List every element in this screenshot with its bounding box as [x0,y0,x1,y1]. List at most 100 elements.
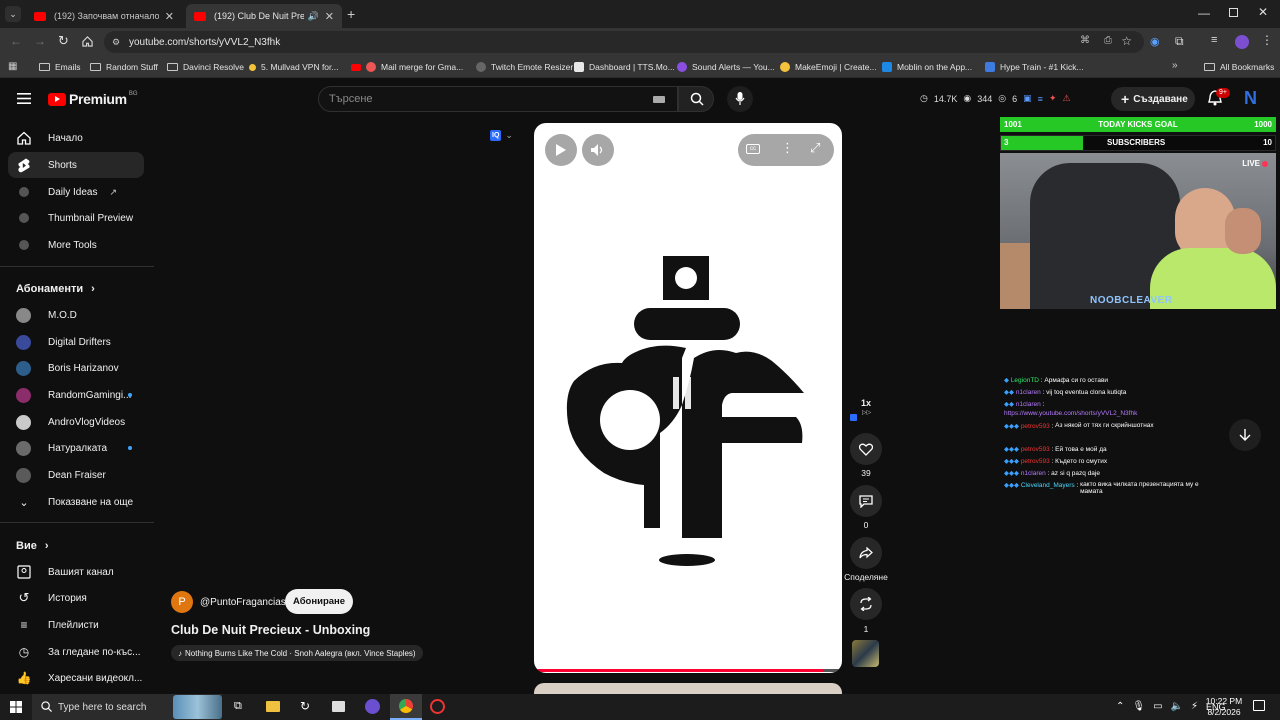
captions-icon[interactable]: cc [746,144,760,154]
notifications-button[interactable]: 9+ [1207,88,1230,108]
volume-tray-icon[interactable]: 🔈 [1171,701,1183,712]
microphone-tray-icon[interactable]: 🎙 [1132,701,1145,712]
bookmark-twitch-emote[interactable]: Twitch Emote Resizer [476,59,573,75]
bookmark-emails[interactable]: Emails [39,59,81,75]
browser-menu-icon[interactable]: ⋮ [1261,33,1273,47]
audio-playing-icon[interactable]: 🔊 [308,11,319,22]
bookmark-mullvad[interactable]: 5. Mullvad VPN for... [249,59,338,75]
sound-thumbnail[interactable] [852,640,879,667]
hamburger-menu-icon[interactable] [17,93,31,104]
power-icon[interactable]: ⚡ [1191,701,1198,712]
sidebar-your-channel[interactable]: Вашият канал [8,559,144,585]
like-button[interactable] [850,433,882,465]
bookmark-mail-merge[interactable]: Mail merge for Gma... [351,59,463,75]
playback-speed-button[interactable]: 1x [861,398,871,408]
sidebar-item-more-tools[interactable]: More Tools [8,232,144,258]
chat-link[interactable]: https://www.youtube.com/shorts/yVVL2_N3f… [1004,410,1137,417]
channel-name[interactable]: @PuntoFragancias [200,597,286,608]
more-bookmarks-icon[interactable]: » [1172,60,1178,71]
sidebar-item-home[interactable]: Начало [8,125,144,151]
next-short-button[interactable] [1229,419,1261,451]
close-window-icon[interactable]: ✕ [1258,5,1268,19]
all-bookmarks[interactable]: All Bookmarks [1204,59,1274,75]
sidebar-item-shorts[interactable]: Shorts [8,152,144,178]
forward-icon[interactable]: → [34,34,46,48]
translate-icon[interactable]: ⌘ [1080,35,1090,46]
extension-icon[interactable]: ◉ [1150,35,1160,48]
install-icon[interactable]: ⎙ [1104,35,1112,46]
extension-badge-icon[interactable]: ▣ [1023,93,1032,104]
sidebar-playlists[interactable]: ≡ Плейлисти [8,612,144,638]
volume-button[interactable] [582,134,614,166]
progress-bar[interactable] [534,669,842,672]
task-view-icon[interactable]: ⧉ [234,700,242,713]
sidebar-sub-boris[interactable]: Boris Harizanov [8,355,144,381]
sidebar-sub-randomgaming[interactable]: RandomGamingi... [8,382,144,408]
youtube-logo[interactable]: Premium BG [48,91,137,107]
app-icon[interactable]: ↻ [300,699,310,713]
show-hidden-icon[interactable]: ⌃ [1116,701,1124,712]
back-icon[interactable]: ← [10,34,22,48]
profile-avatar[interactable] [1235,35,1249,49]
browser-tab-2[interactable]: (192) Club De Nuit Precieux 🔊 ✕ [186,4,342,28]
sparkle-icon[interactable]: ✦ [1049,93,1057,104]
you-heading[interactable]: Вие › [16,540,49,552]
alert-icon[interactable]: ⚠ [1062,93,1070,104]
bookmark-star-icon[interactable]: ☆ [1121,34,1132,48]
fullscreen-icon[interactable]: ⤢ [810,140,820,156]
obs-icon[interactable] [365,699,380,714]
bookmark-moblin[interactable]: Moblin on the App... [882,59,972,75]
new-tab-icon[interactable]: + [347,6,355,22]
account-avatar[interactable]: N [1244,88,1264,110]
file-explorer-icon[interactable] [266,701,280,712]
keyboard-icon[interactable] [653,96,665,103]
remix-button[interactable] [850,588,882,620]
minimize-icon[interactable]: — [1198,6,1210,20]
media-control-icon[interactable]: ≡ [1211,34,1217,46]
app-icon[interactable] [430,699,445,714]
create-button[interactable]: + Създаване [1111,87,1195,111]
reload-icon[interactable]: ↻ [58,33,69,49]
short-title[interactable]: Club De Nuit Precieux - Unboxing [171,623,370,637]
tab-search-button[interactable]: ⌄ [5,6,21,22]
sidebar-watch-later[interactable]: ◷ За гледане по-къс... [8,639,144,665]
bookmark-hype-train[interactable]: Hype Train - #1 Kick... [985,59,1084,75]
close-tab-icon[interactable]: ✕ [325,10,334,23]
bookmark-makeemoji[interactable]: MakeEmoji | Create... [780,59,877,75]
address-bar[interactable]: ⚙ youtube.com/shorts/yVVL2_N3fhk ⌘ ⎙ ☆ [104,31,1144,53]
shorts-video-player[interactable]: cc ⋮ ⤢ [534,123,842,673]
sidebar-sub-mod[interactable]: M.O.D [8,302,144,328]
channel-avatar[interactable]: P [171,591,193,613]
sidebar-sub-naturalkata[interactable]: Натуралката [8,435,144,461]
app-icon[interactable] [332,701,345,712]
apps-grid-icon[interactable]: ▦ [8,61,17,72]
site-info-icon[interactable]: ⚙ [112,37,120,48]
bookmark-sound-alerts[interactable]: Sound Alerts — You... [677,59,775,75]
network-icon[interactable]: ▭ [1153,701,1162,712]
sidebar-liked[interactable]: 👍 Харесани видеокл... [8,665,144,691]
comments-button[interactable] [850,485,882,517]
share-button[interactable] [850,537,882,569]
vidiq-badge[interactable]: IQ ⌄ [490,130,513,141]
windows-start-icon[interactable] [10,701,22,713]
sidebar-item-daily-ideas[interactable]: Daily Ideas ↗ [8,179,144,205]
subscriptions-heading[interactable]: Абонаменти › [16,283,95,295]
browser-tab-1[interactable]: (192) Започвам отначало - Y ✕ [26,4,182,28]
home-button-icon[interactable] [82,36,93,47]
notification-center-icon[interactable] [1253,700,1265,711]
close-tab-icon[interactable]: ✕ [165,10,174,23]
sidebar-sub-dean-fraiser[interactable]: Dean Fraiser [8,462,144,488]
bookmark-davinci[interactable]: Davinci Resolve [167,59,244,75]
search-input[interactable]: Търсене [318,86,678,112]
extensions-puzzle-icon[interactable]: ⧉ [1175,34,1184,49]
bookmark-tts[interactable]: Dashboard | TTS.Mo... [574,59,675,75]
search-button[interactable] [678,86,714,112]
bookmark-random-stuff[interactable]: Random Stuff [90,59,158,75]
play-button[interactable] [545,134,577,166]
sidebar-item-thumbnail-preview[interactable]: Thumbnail Preview [8,205,144,231]
list-icon[interactable]: ≡ [1038,94,1043,104]
chrome-taskbar-icon[interactable] [390,694,422,720]
subscribe-button[interactable]: Абониране [285,589,353,614]
restore-icon[interactable] [1229,8,1238,17]
sidebar-sub-digital-drifters[interactable]: Digital Drifters [8,329,144,355]
